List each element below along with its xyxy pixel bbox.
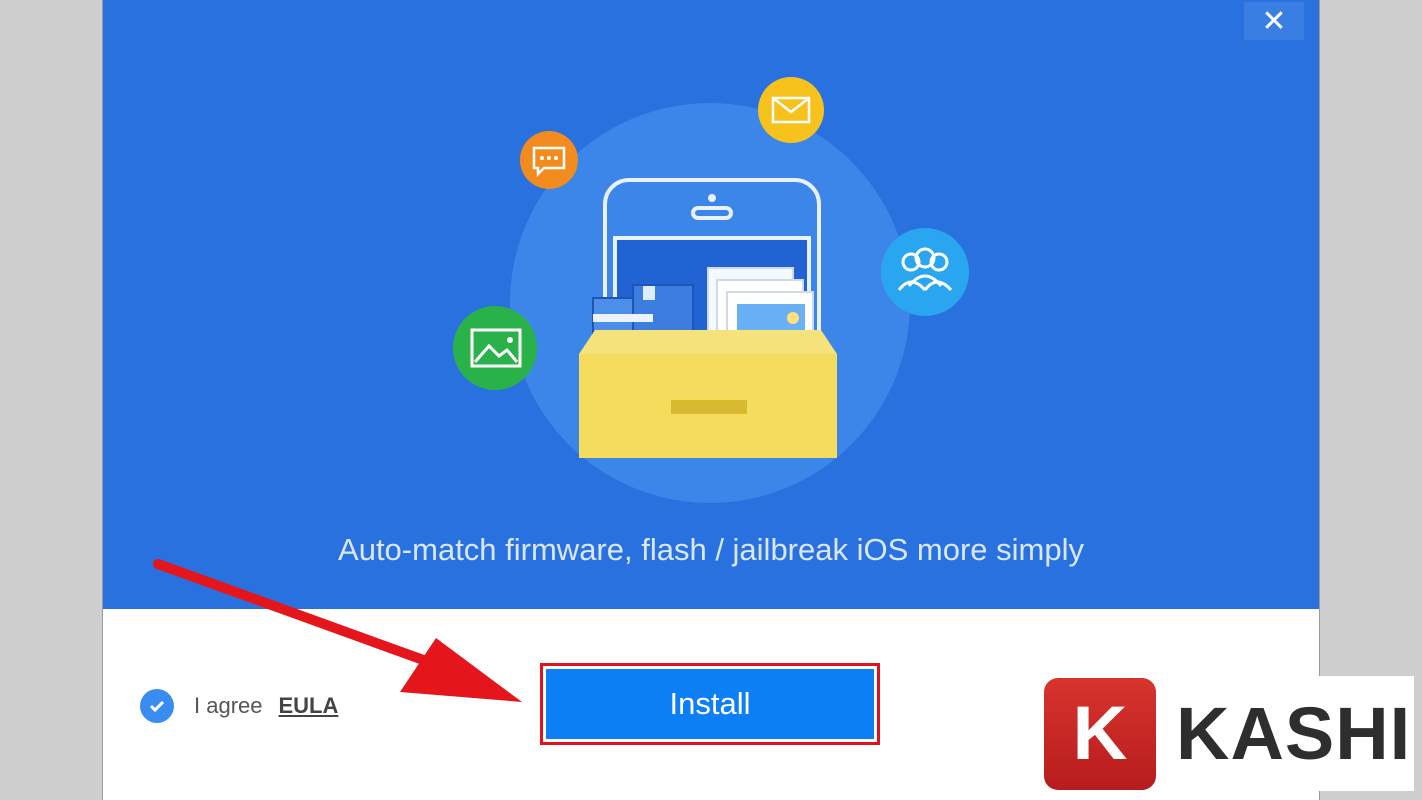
logo-text: KASHI (1176, 692, 1412, 775)
install-button[interactable]: Install (546, 669, 874, 739)
tagline: Auto-match firmware, flash / jailbreak i… (338, 532, 1084, 567)
watermark-logo: K KASHI (1044, 676, 1414, 791)
eula-agreement: I agree EULA (140, 689, 338, 723)
eula-link[interactable]: EULA (279, 693, 339, 719)
mail-icon (758, 77, 824, 143)
agree-label: I agree (194, 693, 263, 718)
install-button-highlight: Install (540, 663, 880, 745)
hero-illustration (453, 77, 969, 503)
chat-bubble-icon (520, 131, 578, 189)
logo-badge: K (1044, 677, 1156, 790)
check-icon[interactable] (140, 689, 174, 723)
users-icon (881, 228, 969, 316)
drawer-icon (579, 330, 837, 458)
image-icon (453, 306, 537, 390)
hero-banner: ✕ Auto-match firmware, flash / jailbreak… (103, 0, 1319, 609)
